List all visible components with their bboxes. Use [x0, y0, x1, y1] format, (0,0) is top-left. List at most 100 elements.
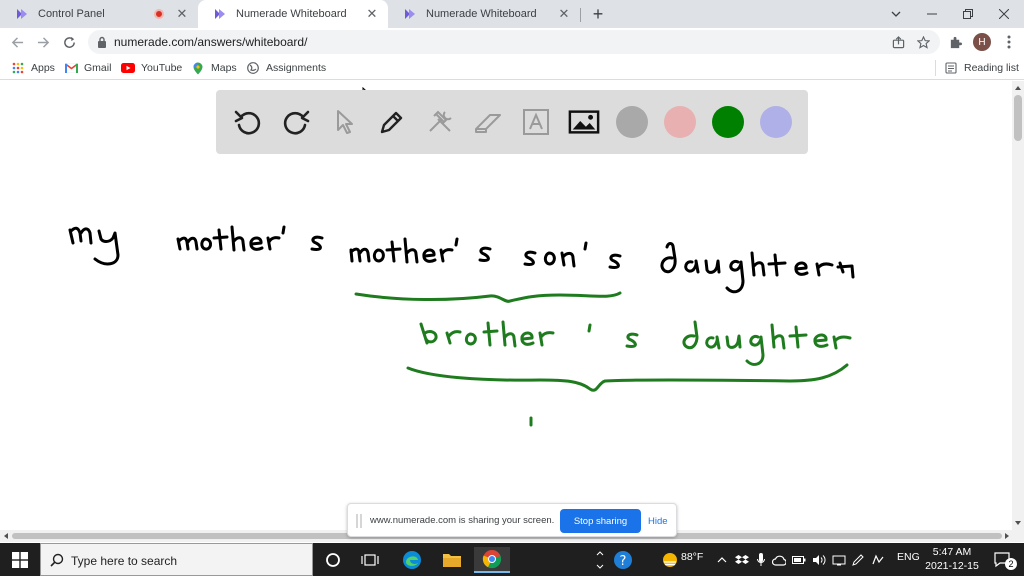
svg-text:?: ?: [620, 554, 627, 569]
cortana-circle-icon: [326, 553, 340, 567]
eraser-icon: [475, 114, 501, 133]
reading-list-button[interactable]: Reading list: [944, 60, 1019, 76]
tab-separator: [580, 8, 581, 22]
pen-workspace-icon[interactable]: [852, 554, 864, 566]
file-explorer-button[interactable]: [434, 547, 470, 573]
notification-count: 2: [1005, 558, 1017, 570]
battery-icon[interactable]: [792, 555, 806, 565]
close-tab-icon[interactable]: ✕: [364, 6, 380, 22]
hide-banner-button[interactable]: Hide: [648, 509, 668, 533]
address-bar[interactable]: numerade.com/answers/whiteboard/: [88, 30, 940, 54]
language-indicator[interactable]: ENG: [897, 551, 920, 563]
close-icon: [999, 9, 1009, 19]
vertical-scrollbar[interactable]: [1012, 81, 1024, 530]
text-tool-button[interactable]: [520, 106, 552, 138]
start-button[interactable]: [2, 547, 38, 573]
connect-icon[interactable]: [871, 554, 885, 566]
color-swatch-lavender[interactable]: [760, 106, 792, 138]
color-swatch-gray[interactable]: [616, 106, 648, 138]
image-icon: [568, 110, 600, 134]
pen-tool-button[interactable]: [376, 106, 408, 138]
handwriting-black: [68, 225, 855, 294]
tab-numerade-whiteboard-active[interactable]: Numerade Whiteboard ✕: [198, 0, 388, 28]
weather-temperature: 88°F: [681, 551, 704, 563]
color-swatch-pink[interactable]: [664, 106, 696, 138]
clock-time[interactable]: 5:47 AM: [930, 546, 974, 558]
tab-numerade-whiteboard[interactable]: Numerade Whiteboard ✕: [388, 0, 580, 28]
youtube-icon: [121, 61, 135, 75]
reading-list-label: Reading list: [964, 62, 1019, 74]
vertical-scroll-thumb[interactable]: [1014, 95, 1022, 141]
clock-date[interactable]: 2021-12-15: [924, 560, 980, 572]
eraser-tool-button[interactable]: [472, 106, 504, 138]
chrome-taskbar-button[interactable]: [474, 547, 510, 573]
share-icon[interactable]: [890, 34, 906, 50]
edge-taskbar-button[interactable]: [394, 547, 430, 573]
bookmark-star-icon[interactable]: [915, 34, 931, 50]
apps-grid-icon: [11, 61, 25, 75]
lock-icon[interactable]: [94, 34, 110, 50]
stop-sharing-button[interactable]: Stop sharing: [560, 509, 641, 533]
task-view-button[interactable]: [352, 547, 388, 573]
volume-icon[interactable]: [812, 554, 826, 566]
search-icon: [50, 553, 64, 567]
reading-list-icon: [944, 61, 958, 75]
tools-button[interactable]: [424, 106, 456, 138]
whiteboard-page: [0, 81, 1012, 530]
reload-button[interactable]: [57, 30, 81, 54]
chrome-icon: [482, 550, 502, 569]
pen-icon: [380, 111, 403, 134]
tab-control-panel[interactable]: Control Panel ✕: [0, 0, 198, 28]
whiteboard-toolbar: [216, 90, 808, 154]
search-placeholder: Type here to search: [71, 554, 178, 568]
close-tab-icon[interactable]: ✕: [556, 6, 572, 22]
new-tab-button[interactable]: +: [586, 0, 610, 28]
word-mothers-1: [176, 225, 324, 252]
back-button[interactable]: [5, 30, 29, 54]
close-window-button[interactable]: [986, 0, 1022, 28]
menu-button[interactable]: [997, 30, 1021, 54]
forward-button[interactable]: [31, 30, 55, 54]
microphone-icon[interactable]: [757, 553, 765, 567]
select-tool-button[interactable]: [328, 106, 360, 138]
taskbar-scroll-icon[interactable]: [596, 547, 604, 573]
network-icon[interactable]: [832, 554, 846, 566]
restore-button[interactable]: [950, 0, 986, 28]
taskbar-search-box[interactable]: Type here to search: [40, 543, 313, 576]
bookmark-apps[interactable]: Apps: [11, 60, 55, 76]
bookmark-gmail[interactable]: Gmail: [64, 60, 111, 76]
image-tool-button[interactable]: [568, 106, 600, 138]
chevron-up-icon[interactable]: [717, 556, 727, 564]
cortana-button[interactable]: [315, 547, 351, 573]
redo-button[interactable]: [280, 106, 312, 138]
bookmark-assignments[interactable]: Assignments: [246, 60, 326, 76]
scroll-up-icon[interactable]: [1012, 83, 1024, 93]
sun-icon: [663, 553, 677, 567]
scroll-right-icon[interactable]: [1002, 530, 1012, 542]
numerade-logo-icon: [14, 6, 30, 22]
profile-avatar[interactable]: H: [973, 33, 991, 51]
reload-icon: [63, 36, 75, 48]
bookmark-maps[interactable]: Maps: [191, 60, 237, 76]
word-sons: [523, 241, 622, 269]
drag-handle-icon[interactable]: [356, 514, 362, 528]
dropbox-icon[interactable]: [735, 554, 749, 566]
undo-button[interactable]: [232, 106, 264, 138]
color-swatch-green[interactable]: [712, 106, 744, 138]
close-tab-icon[interactable]: ✕: [174, 6, 190, 22]
cloud-sync-icon[interactable]: [772, 554, 786, 566]
back-arrow-icon: [11, 36, 23, 48]
bookmarks-divider: [935, 60, 936, 76]
minimize-button[interactable]: [914, 0, 950, 28]
scroll-down-icon[interactable]: [1012, 518, 1024, 528]
action-center-button[interactable]: 2: [985, 547, 1021, 573]
tools-icon: [429, 110, 452, 132]
extensions-button[interactable]: [943, 30, 967, 54]
tab-title: Control Panel: [38, 8, 105, 20]
select-icon: [337, 110, 353, 134]
scroll-left-icon[interactable]: [1, 530, 11, 542]
bookmark-youtube[interactable]: YouTube: [121, 60, 182, 76]
puzzle-icon: [950, 36, 962, 48]
help-taskbar-button[interactable]: ?: [605, 547, 641, 573]
tab-search-button[interactable]: [878, 0, 914, 28]
